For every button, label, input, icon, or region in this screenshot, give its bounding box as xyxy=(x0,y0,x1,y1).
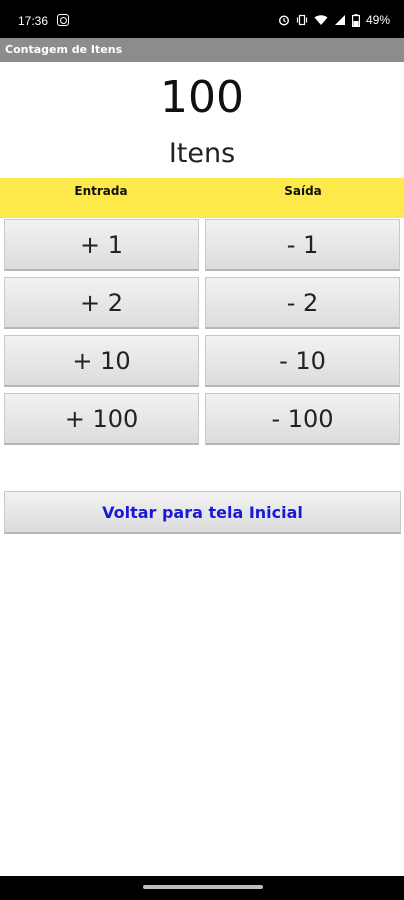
subtract-10-button[interactable]: - 10 xyxy=(205,335,400,387)
entrada-header: Entrada xyxy=(74,184,128,198)
add-1-button[interactable]: + 1 xyxy=(4,219,199,271)
item-count: 100 xyxy=(160,72,244,123)
item-unit-label: Itens xyxy=(168,138,236,169)
column-header-band: Entrada Saída xyxy=(0,178,404,218)
subtract-2-button[interactable]: - 2 xyxy=(205,277,400,329)
status-icons: 49% xyxy=(278,13,390,27)
add-100-button[interactable]: + 100 xyxy=(4,393,199,445)
saida-header: Saída xyxy=(284,184,322,198)
vibrate-icon xyxy=(296,14,308,26)
add-10-button[interactable]: + 10 xyxy=(4,335,199,387)
subtract-100-button[interactable]: - 100 xyxy=(205,393,400,445)
alarm-icon xyxy=(278,15,289,26)
back-to-home-button[interactable]: Voltar para tela Inicial xyxy=(4,491,401,534)
instagram-icon xyxy=(57,14,69,26)
subtract-1-button[interactable]: - 1 xyxy=(205,219,400,271)
battery-icon xyxy=(351,13,360,27)
status-time: 17:36 xyxy=(18,14,49,28)
signal-icon xyxy=(334,15,345,25)
battery-percent: 49% xyxy=(365,13,390,27)
status-bar: 17:36 49% xyxy=(0,0,404,38)
add-2-button[interactable]: + 2 xyxy=(4,277,199,329)
wifi-icon xyxy=(314,15,328,25)
app-title-bar: Contagem de Itens xyxy=(0,38,404,62)
home-gesture-handle[interactable] xyxy=(143,885,263,889)
navigation-bar xyxy=(0,876,404,900)
